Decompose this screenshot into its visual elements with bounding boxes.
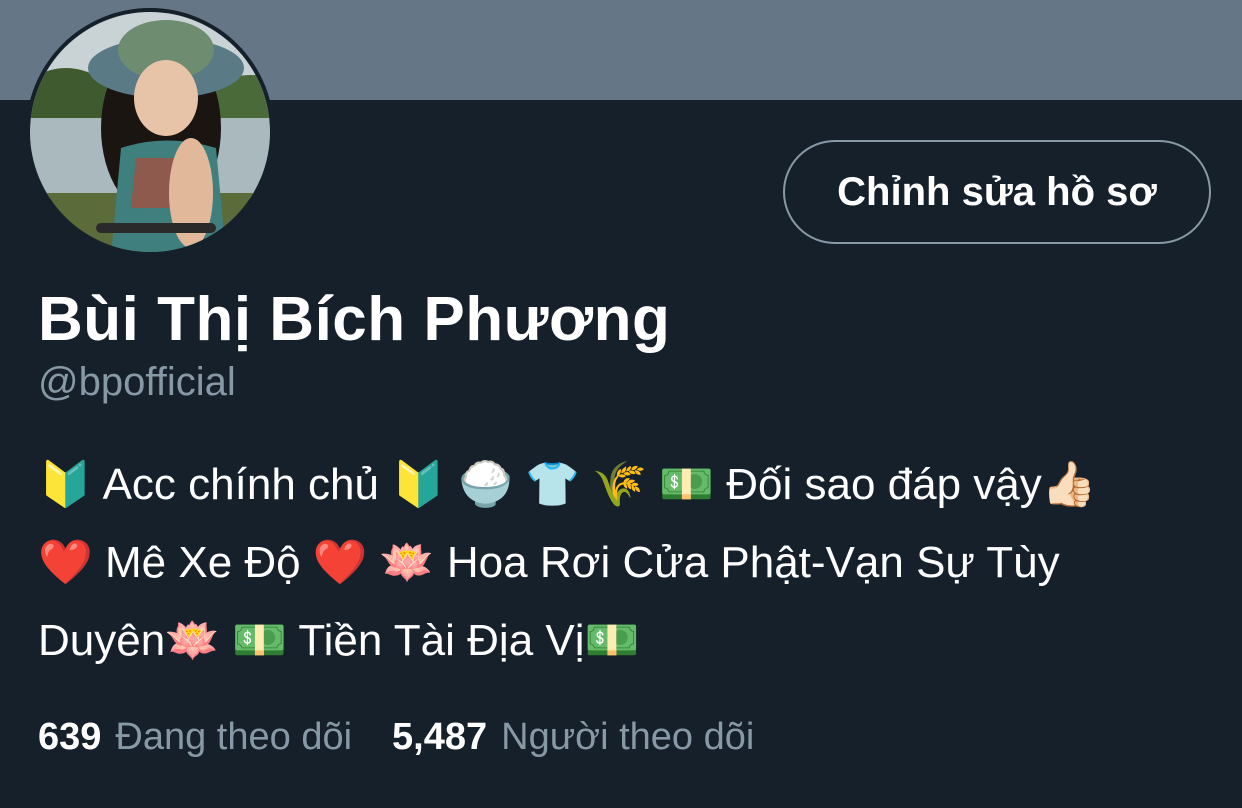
edit-profile-button[interactable]: Chỉnh sửa hồ sơ — [783, 140, 1211, 244]
following-count: 639 — [38, 716, 102, 758]
avatar[interactable] — [26, 8, 274, 256]
follow-stats: 639 Đang theo dõi 5,487 Người theo dõi — [38, 716, 794, 759]
following-link[interactable]: 639 Đang theo dõi — [38, 716, 352, 759]
followers-count: 5,487 — [392, 716, 488, 758]
profile-page: Chỉnh sửa hồ sơ Bùi Thị Bích Phương @bpo… — [0, 0, 1242, 808]
bio-line: Duyên🪷 💵 Tiền Tài Địa Vị💵 — [38, 616, 640, 665]
following-label: Đang theo dõi — [115, 716, 353, 758]
bio-line: ❤️ Mê Xe Độ ❤️ 🪷 Hoa Rơi Cửa Phật-Vạn Sự… — [38, 538, 1060, 587]
avatar-photo — [26, 8, 274, 256]
display-name: Bùi Thị Bích Phương — [38, 285, 671, 354]
profile-bio: 🔰 Acc chính chủ 🔰 🍚 👕 🌾 💵 Đối sao đáp vậ… — [38, 446, 1218, 680]
username-handle: @bpofficial — [38, 360, 236, 404]
followers-label: Người theo dõi — [501, 716, 755, 758]
bio-line: 🔰 Acc chính chủ 🔰 🍚 👕 🌾 💵 Đối sao đáp vậ… — [38, 460, 1097, 509]
followers-link[interactable]: 5,487 Người theo dõi — [392, 716, 754, 759]
